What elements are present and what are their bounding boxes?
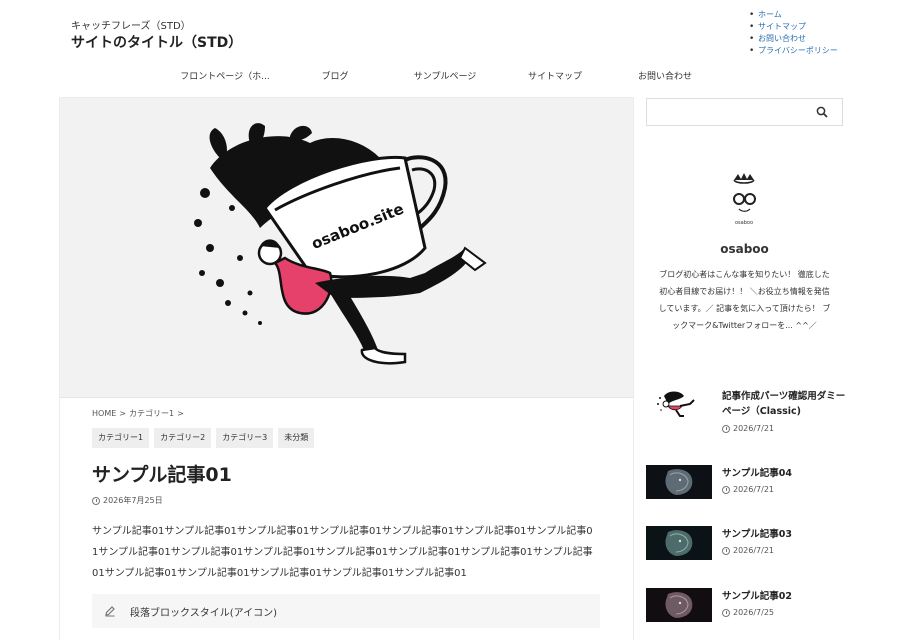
sidebar-post-date-text: 2026/7/21	[733, 485, 775, 494]
nav-item-sample[interactable]: サンプルページ	[390, 66, 500, 88]
category-tag[interactable]: カテゴリー2	[154, 428, 212, 448]
util-link-home[interactable]: ホーム	[749, 9, 889, 21]
sidebar-post-date: 2026/7/25	[722, 608, 774, 617]
site-tagline: キャッチフレーズ（STD）	[71, 21, 191, 32]
breadcrumb-home[interactable]: HOME	[92, 409, 116, 418]
post-thumbnail	[646, 526, 712, 560]
eyecatch-image: osaboo.site	[60, 98, 633, 398]
sidebar-post-date: 2026/7/21	[722, 546, 774, 555]
search-input[interactable]	[647, 99, 807, 125]
author-bio: ブログ初心者はこんな事を知りたい！ 徹底した初心者目線でお届け！！ ＼お役立ち情…	[658, 270, 831, 330]
nav-item-front[interactable]: フロントページ（ホ...	[170, 66, 280, 88]
category-tags: カテゴリー1 カテゴリー2 カテゴリー3 未分類	[92, 428, 315, 448]
site-title[interactable]: サイトのタイトル（STD）	[71, 32, 242, 52]
sidebar-post-date-text: 2026/7/21	[733, 424, 775, 433]
sidebar-post-title[interactable]: サンプル記事03	[722, 527, 846, 542]
sidebar-post-title[interactable]: サンプル記事02	[722, 589, 846, 604]
sidebar-post-date-text: 2026/7/21	[733, 546, 775, 555]
breadcrumb-category[interactable]: カテゴリー1	[129, 409, 174, 418]
clock-icon	[722, 608, 730, 617]
sidebar-post-item[interactable]: 記事作成パーツ確認用ダミーページ（Classic) 2026/7/21	[646, 388, 846, 433]
post-body: サンプル記事01サンプル記事01サンプル記事01サンプル記事01サンプル記事01…	[92, 526, 593, 579]
nav-item-contact[interactable]: お問い合わせ	[610, 66, 720, 88]
post-thumbnail	[646, 588, 712, 622]
coffee-cup-illustration: osaboo.site	[194, 123, 487, 365]
breadcrumb: HOME > カテゴリー1 >	[92, 408, 187, 419]
main-content: osaboo.site HOME > カテゴリー1 > カテゴリー1 カテゴリー2 カ…	[59, 97, 634, 640]
clock-icon	[722, 424, 730, 433]
breadcrumb-separator: >	[177, 409, 184, 418]
post-title: サンプル記事01	[92, 464, 232, 486]
util-link-sitemap[interactable]: サイトマップ	[749, 21, 889, 33]
util-link-privacy[interactable]: プライバシーポリシー	[749, 45, 889, 57]
post-thumbnail	[646, 465, 712, 499]
global-nav: フロントページ（ホ... ブログ サンプルページ サイトマップ お問い合わせ	[170, 66, 720, 88]
sidebar-post-title[interactable]: サンプル記事04	[722, 466, 846, 481]
post-thumbnail	[646, 388, 712, 422]
category-tag[interactable]: カテゴリー1	[92, 428, 150, 448]
paragraph-block-label: 段落ブロックスタイル(アイコン)	[130, 607, 278, 619]
sidebar-post-item[interactable]: サンプル記事03 2026/7/21	[646, 526, 843, 562]
post-date-text: 2026年7月25日	[103, 496, 163, 505]
util-link-contact[interactable]: お問い合わせ	[749, 33, 889, 45]
utility-nav: ホーム サイトマップ お問い合わせ プライバシーポリシー	[749, 9, 889, 57]
post-date: 2026年7月25日	[92, 495, 163, 506]
sidebar-post-date: 2026/7/21	[722, 485, 774, 494]
sidebar-post-date-text: 2026/7/25	[733, 608, 775, 617]
sidebar-post-item[interactable]: サンプル記事04 2026/7/21	[646, 465, 843, 501]
nav-item-blog[interactable]: ブログ	[280, 66, 390, 88]
search-icon[interactable]	[816, 106, 828, 118]
category-tag[interactable]: カテゴリー3	[216, 428, 274, 448]
sidebar-post-item[interactable]: サンプル記事02 2026/7/25	[646, 588, 843, 624]
avatar-caption: osaboo	[735, 220, 753, 226]
clock-icon	[722, 546, 730, 555]
clock-icon	[92, 496, 100, 505]
nav-item-sitemap[interactable]: サイトマップ	[500, 66, 610, 88]
pencil-icon	[105, 606, 115, 617]
category-tag[interactable]: 未分類	[278, 428, 315, 448]
author-avatar: osaboo	[733, 173, 756, 226]
author-name: osaboo	[720, 242, 769, 256]
breadcrumb-separator: >	[119, 409, 126, 418]
sidebar-post-title[interactable]: 記事作成パーツ確認用ダミーページ（Classic)	[722, 389, 846, 419]
clock-icon	[722, 485, 730, 494]
sidebar-post-date: 2026/7/21	[722, 424, 774, 433]
paragraph-block-icon-style: 段落ブロックスタイル(アイコン)	[92, 594, 600, 628]
search-form	[646, 98, 843, 126]
